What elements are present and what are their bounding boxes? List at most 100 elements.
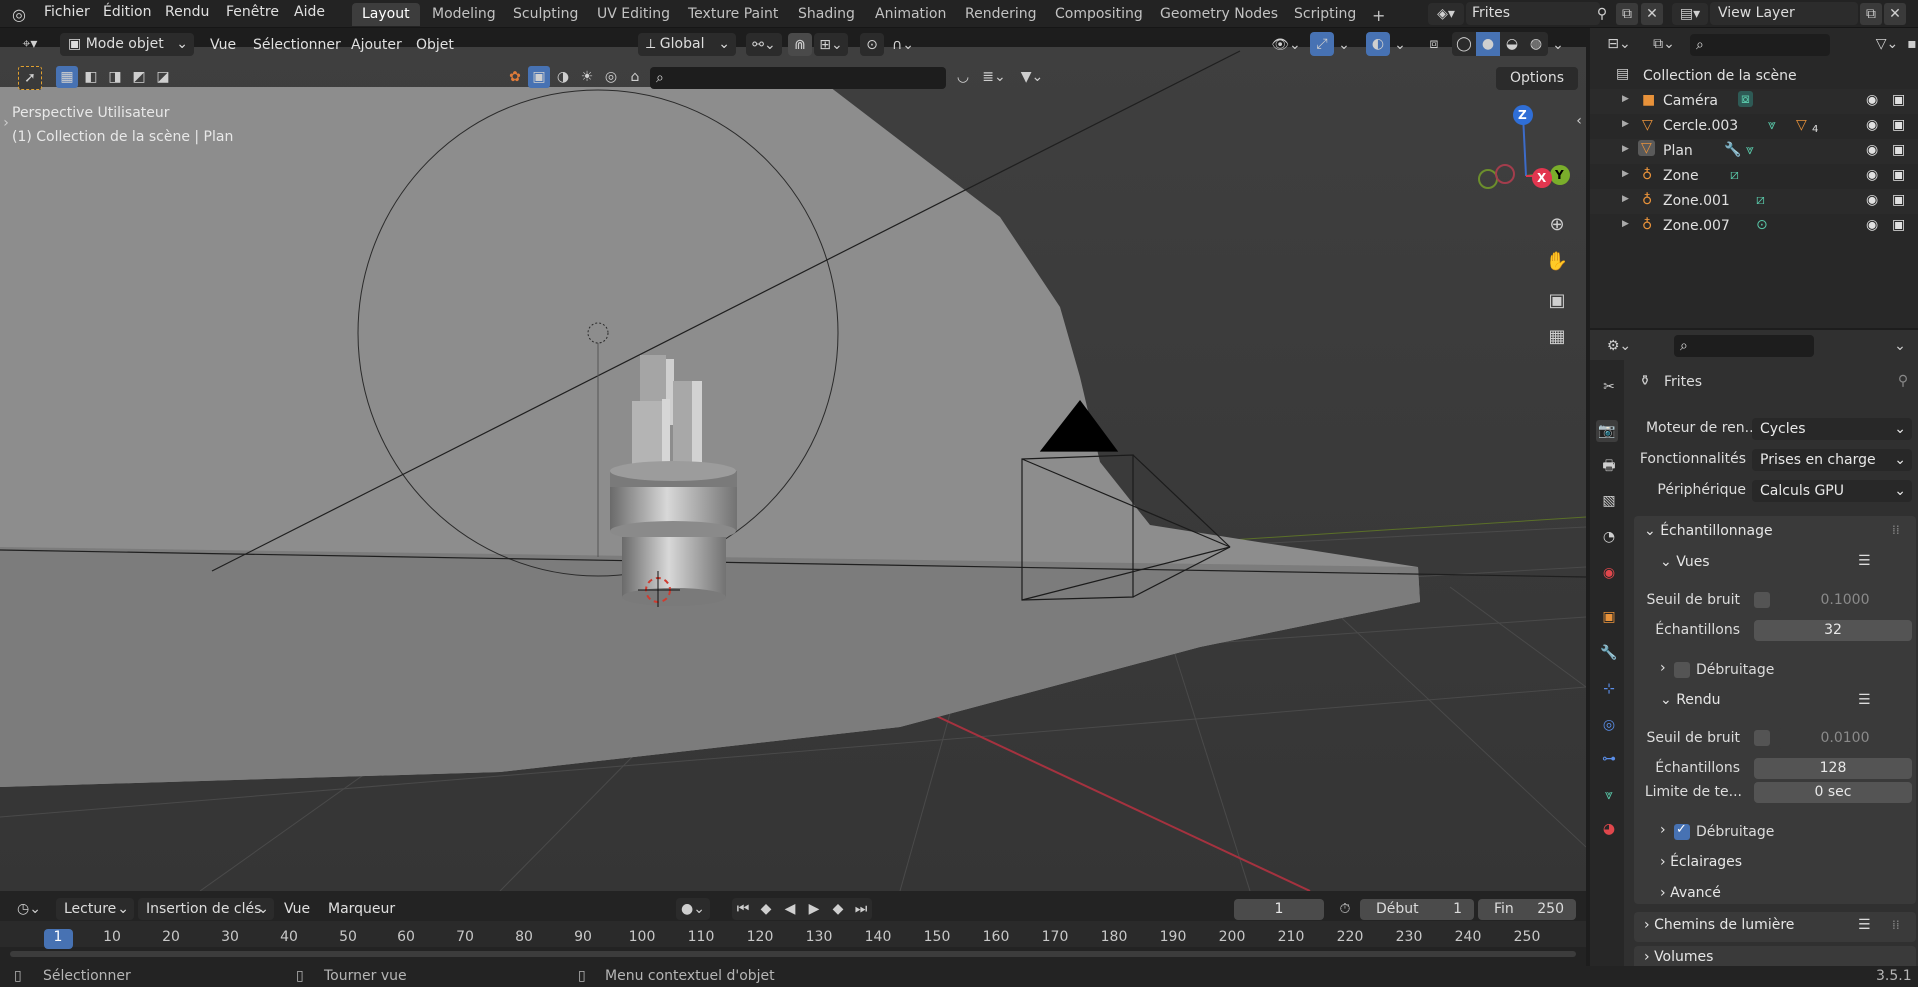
viewport-subpanel-header[interactable]: ⌄ Vues xyxy=(1660,554,1710,570)
vp-denoise-checkbox[interactable] xyxy=(1674,662,1690,678)
menu-object[interactable]: Objet xyxy=(416,37,454,53)
outliner-row-zone-007[interactable]: ▶ ♁ Zone.007 ⊙ ◉ ▣ xyxy=(1590,214,1918,239)
stopwatch-icon[interactable]: ⏱ xyxy=(1334,898,1356,920)
pin-icon[interactable]: ⚲ xyxy=(1894,372,1912,390)
next-keyframe-icon[interactable]: ◆ xyxy=(826,898,850,920)
render-camera-icon[interactable]: ▣ xyxy=(1892,167,1905,183)
outliner-root-row[interactable]: ▤ Collection de la scène xyxy=(1590,64,1918,89)
tab-compositing[interactable]: Compositing xyxy=(1045,3,1153,26)
view-layer-tab-icon[interactable]: ▧ xyxy=(1598,490,1620,512)
outliner-row-zone[interactable]: ▶ ♁ Zone ⧄ ◉ ▣ xyxy=(1590,164,1918,189)
advanced-subpanel-header[interactable]: › Avancé xyxy=(1660,885,1721,901)
render-camera-icon[interactable]: ▣ xyxy=(1892,142,1905,158)
outliner-row-plane[interactable]: ▶ ▽ Plan 🔧 ⩔ ◉ ▣ xyxy=(1590,139,1918,164)
material-tab-icon[interactable]: ◕ xyxy=(1598,818,1620,840)
time-limit-field[interactable]: 0 sec xyxy=(1754,782,1912,803)
render-camera-icon[interactable]: ▣ xyxy=(1892,217,1905,233)
orientation-selector[interactable]: ⟂ Global ⌄ xyxy=(638,33,736,56)
timeline-marker-menu[interactable]: Marqueur xyxy=(328,901,395,917)
tab-rendering[interactable]: Rendering xyxy=(955,3,1047,26)
xray-icon[interactable]: ⧈ xyxy=(1422,32,1446,56)
expand-icon[interactable]: ▶ xyxy=(1622,94,1629,104)
zoom-icon[interactable]: ⊕ xyxy=(1543,210,1571,238)
lights-subpanel-header[interactable]: › Éclairages xyxy=(1660,854,1742,870)
modifier-icon[interactable]: ▽ xyxy=(1796,117,1807,133)
falloff-icon[interactable]: ∩⌄ xyxy=(886,33,920,56)
select-tool-icon[interactable]: ➚ xyxy=(18,66,42,90)
sort-icon[interactable]: ◡ xyxy=(952,66,974,88)
data-tab-icon[interactable]: ⩔ xyxy=(1598,784,1620,806)
auto-keying-icon[interactable]: ●⌄ xyxy=(676,898,710,920)
camera-view-icon[interactable]: ▣ xyxy=(1543,286,1571,314)
filter-funnel-icon[interactable]: ▼⌄ xyxy=(1014,66,1050,88)
render-camera-icon[interactable]: ▣ xyxy=(1892,92,1905,108)
vp-noise-threshold-checkbox[interactable] xyxy=(1754,592,1770,608)
gizmo-toggle-icon[interactable]: ⤢ xyxy=(1310,32,1334,56)
menu-edit[interactable]: Édition xyxy=(103,4,151,20)
material-shading-icon[interactable]: ◒ xyxy=(1500,32,1524,56)
sampling-header[interactable]: ⌄ Échantillonnage xyxy=(1644,523,1773,539)
render-engine-dropdown[interactable]: Cycles ⌄ xyxy=(1752,418,1912,440)
view-layer-field[interactable]: View Layer xyxy=(1710,2,1858,25)
volumes-header[interactable]: › Volumes xyxy=(1644,949,1713,965)
menu-file[interactable]: Fichier xyxy=(44,4,90,20)
tab-scripting[interactable]: Scripting xyxy=(1284,3,1366,26)
presets-icon[interactable]: ☰ xyxy=(1858,553,1871,569)
new-scene-icon[interactable]: ⧉ xyxy=(1616,3,1638,25)
filter-light-icon[interactable]: ☀ xyxy=(576,66,598,88)
keying-menu[interactable]: Insertion de clés ⌄ xyxy=(138,898,274,920)
editor-type-icon[interactable]: ⌖▾ xyxy=(12,33,48,55)
mesh-data-icon[interactable]: ⩔ xyxy=(1768,117,1776,133)
grid-view-icon[interactable]: ▦ xyxy=(1543,322,1571,350)
select-extend-icon[interactable]: ◧ xyxy=(80,66,102,88)
device-dropdown[interactable]: Calculs GPU ⌄ xyxy=(1752,480,1912,502)
prev-keyframe-icon[interactable]: ◆ xyxy=(754,898,778,920)
wrench-icon[interactable]: 🔧 xyxy=(1724,142,1741,158)
physics-tab-icon[interactable]: ◎ xyxy=(1598,714,1620,736)
tab-layout[interactable]: Layout xyxy=(352,3,420,26)
light-data-icon[interactable]: ⊙ xyxy=(1756,217,1768,233)
drag-handle-icon[interactable]: ⁞⁞ xyxy=(1892,918,1900,932)
menu-view[interactable]: Vue xyxy=(210,37,236,53)
add-workspace-button[interactable]: + xyxy=(1362,3,1395,26)
r-noise-threshold-checkbox[interactable] xyxy=(1754,730,1770,746)
remove-view-layer-icon[interactable]: ✕ xyxy=(1884,3,1906,25)
new-view-layer-icon[interactable]: ⧉ xyxy=(1860,3,1882,25)
rendered-shading-icon[interactable]: ◍ xyxy=(1524,32,1548,56)
solid-shading-icon[interactable]: ● xyxy=(1476,32,1500,56)
expand-icon[interactable]: ▶ xyxy=(1622,169,1629,179)
tab-animation[interactable]: Animation xyxy=(865,3,956,26)
filter-world-icon[interactable]: ◎ xyxy=(600,66,622,88)
output-tab-icon[interactable]: 🖶 xyxy=(1598,456,1620,478)
r-denoise-checkbox[interactable]: ✓ xyxy=(1674,822,1690,840)
view-layer-icon[interactable]: ▤▾ xyxy=(1672,3,1708,25)
tab-texture-paint[interactable]: Texture Paint xyxy=(678,3,788,26)
render-tab-icon[interactable]: 📷 xyxy=(1596,420,1618,442)
expand-icon[interactable]: ▶ xyxy=(1622,219,1629,229)
select-intersect-icon[interactable]: ◪ xyxy=(152,66,174,88)
jump-end-icon[interactable]: ⏭ xyxy=(850,898,872,920)
scene-tab-icon[interactable]: ◔ xyxy=(1598,526,1620,548)
gizmo-menu-icon[interactable]: ⌄ xyxy=(1336,33,1352,56)
visibility-eye-icon[interactable]: ◉ xyxy=(1866,167,1878,183)
current-frame-field[interactable]: 1 xyxy=(1234,899,1324,920)
light-paths-header[interactable]: › Chemins de lumière xyxy=(1644,917,1794,933)
camera-data-icon[interactable]: ⧇ xyxy=(1738,91,1753,107)
pin-icon[interactable]: ⚲ xyxy=(1592,4,1612,24)
particles-tab-icon[interactable]: ⊹ xyxy=(1598,678,1620,700)
visibility-eye-icon[interactable]: ◉ xyxy=(1866,117,1878,133)
tab-geometry-nodes[interactable]: Geometry Nodes xyxy=(1150,3,1288,26)
frame-start-field[interactable]: Début 1 xyxy=(1360,899,1474,920)
vp-denoise-subpanel[interactable]: › xyxy=(1660,660,1666,676)
render-subpanel-header[interactable]: ⌄ Rendu xyxy=(1660,692,1721,708)
visibility-eye-icon[interactable]: ◉ xyxy=(1866,192,1878,208)
properties-menu-icon[interactable]: ⌄ xyxy=(1890,335,1910,357)
drag-handle-icon[interactable]: ⁞⁞ xyxy=(1892,523,1900,537)
snap-icon[interactable]: ⋒ xyxy=(788,33,812,56)
expand-icon[interactable]: ▶ xyxy=(1622,144,1629,154)
menu-render[interactable]: Rendu xyxy=(165,4,209,20)
3d-viewport[interactable]: Perspective Utilisateur (1) Collection d… xyxy=(0,47,1586,891)
menu-window[interactable]: Fenêtre xyxy=(226,4,279,20)
options-button[interactable]: Options xyxy=(1496,67,1578,90)
outliner-row-zone-001[interactable]: ▶ ♁ Zone.001 ⧄ ◉ ▣ xyxy=(1590,189,1918,214)
